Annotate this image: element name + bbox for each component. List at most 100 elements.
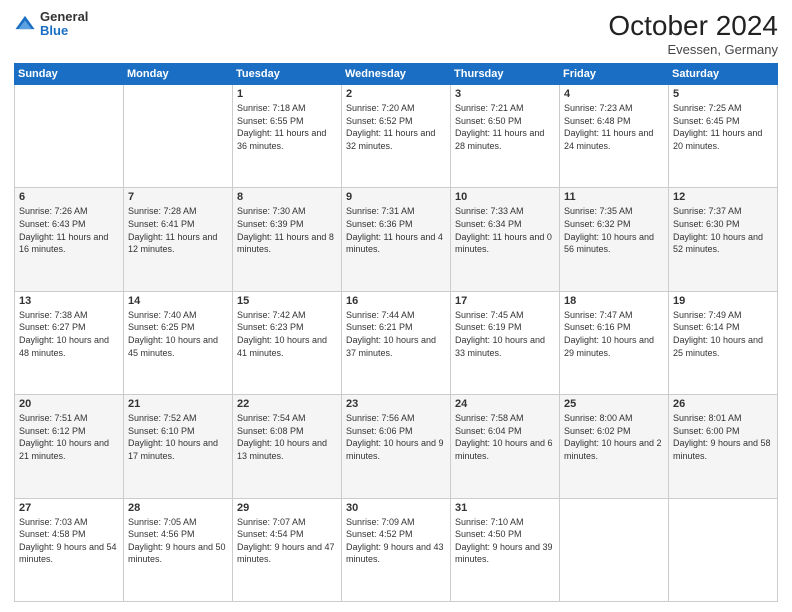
calendar-cell [15,85,124,188]
calendar-cell: 8 Sunrise: 7:30 AMSunset: 6:39 PMDaylight… [233,188,342,291]
calendar-cell: 1 Sunrise: 7:18 AMSunset: 6:55 PMDaylight… [233,85,342,188]
col-sunday: Sunday [15,64,124,85]
day-info: Sunrise: 7:56 AMSunset: 6:06 PMDaylight:… [346,412,446,462]
calendar-header-row: Sunday Monday Tuesday Wednesday Thursday… [15,64,778,85]
calendar-cell: 2 Sunrise: 7:20 AMSunset: 6:52 PMDaylight… [342,85,451,188]
logo-icon [14,13,36,35]
day-number: 15 [237,295,337,307]
day-info: Sunrise: 7:05 AMSunset: 4:56 PMDaylight:… [128,516,228,566]
day-number: 30 [346,502,446,514]
day-number: 23 [346,398,446,410]
day-info: Sunrise: 8:00 AMSunset: 6:02 PMDaylight:… [564,412,664,462]
calendar-cell: 24 Sunrise: 7:58 AMSunset: 6:04 PMDayligh… [451,395,560,498]
calendar-cell: 17 Sunrise: 7:45 AMSunset: 6:19 PMDayligh… [451,291,560,394]
day-info: Sunrise: 7:28 AMSunset: 6:41 PMDaylight:… [128,205,228,255]
day-info: Sunrise: 7:49 AMSunset: 6:14 PMDaylight:… [673,309,773,359]
page: General Blue October 2024 Evessen, Germa… [0,0,792,612]
day-number: 8 [237,191,337,203]
day-number: 6 [19,191,119,203]
col-saturday: Saturday [669,64,778,85]
day-number: 3 [455,88,555,100]
calendar-cell [669,498,778,601]
day-number: 22 [237,398,337,410]
day-info: Sunrise: 7:37 AMSunset: 6:30 PMDaylight:… [673,205,773,255]
day-info: Sunrise: 7:47 AMSunset: 6:16 PMDaylight:… [564,309,664,359]
calendar-week-4: 20 Sunrise: 7:51 AMSunset: 6:12 PMDayligh… [15,395,778,498]
logo: General Blue [14,10,88,39]
day-number: 2 [346,88,446,100]
day-number: 24 [455,398,555,410]
calendar-cell: 16Sunrise: 7:44 AMSunset: 6:21 PMDayligh… [342,291,451,394]
day-info: Sunrise: 7:18 AMSunset: 6:55 PMDaylight:… [237,102,337,152]
day-info: Sunrise: 7:03 AMSunset: 4:58 PMDaylight:… [19,516,119,566]
calendar-cell: 29Sunrise: 7:07 AMSunset: 4:54 PMDayligh… [233,498,342,601]
day-info: Sunrise: 7:09 AMSunset: 4:52 PMDaylight:… [346,516,446,566]
calendar-cell: 21 Sunrise: 7:52 AMSunset: 6:10 PMDayligh… [124,395,233,498]
day-number: 21 [128,398,228,410]
calendar-week-2: 6 Sunrise: 7:26 AMSunset: 6:43 PMDaylight… [15,188,778,291]
calendar-cell: 19Sunrise: 7:49 AMSunset: 6:14 PMDayligh… [669,291,778,394]
day-number: 12 [673,191,773,203]
calendar-week-3: 13Sunrise: 7:38 AMSunset: 6:27 PMDayligh… [15,291,778,394]
day-info: Sunrise: 7:31 AMSunset: 6:36 PMDaylight:… [346,205,446,255]
day-number: 27 [19,502,119,514]
day-info: Sunrise: 7:10 AMSunset: 4:50 PMDaylight:… [455,516,555,566]
calendar-cell: 27 Sunrise: 7:03 AMSunset: 4:58 PMDayligh… [15,498,124,601]
col-thursday: Thursday [451,64,560,85]
day-number: 20 [19,398,119,410]
day-info: Sunrise: 7:45 AMSunset: 6:19 PMDaylight:… [455,309,555,359]
calendar-cell: 13Sunrise: 7:38 AMSunset: 6:27 PMDayligh… [15,291,124,394]
calendar-cell: 7 Sunrise: 7:28 AMSunset: 6:41 PMDaylight… [124,188,233,291]
calendar-cell [124,85,233,188]
day-number: 7 [128,191,228,203]
calendar-cell: 10 Sunrise: 7:33 AMSunset: 6:34 PMDayligh… [451,188,560,291]
calendar-cell: 26Sunrise: 8:01 AMSunset: 6:00 PMDayligh… [669,395,778,498]
calendar-cell: 11Sunrise: 7:35 AMSunset: 6:32 PMDayligh… [560,188,669,291]
calendar-cell: 31 Sunrise: 7:10 AMSunset: 4:50 PMDayligh… [451,498,560,601]
calendar-cell: 9 Sunrise: 7:31 AMSunset: 6:36 PMDaylight… [342,188,451,291]
day-number: 10 [455,191,555,203]
header: General Blue October 2024 Evessen, Germa… [14,10,778,57]
day-number: 28 [128,502,228,514]
day-info: Sunrise: 7:21 AMSunset: 6:50 PMDaylight:… [455,102,555,152]
day-info: Sunrise: 7:26 AMSunset: 6:43 PMDaylight:… [19,205,119,255]
title-section: October 2024 Evessen, Germany [608,10,778,57]
logo-text: General Blue [40,10,88,39]
calendar-cell: 28 Sunrise: 7:05 AMSunset: 4:56 PMDayligh… [124,498,233,601]
col-friday: Friday [560,64,669,85]
calendar-cell: 6 Sunrise: 7:26 AMSunset: 6:43 PMDaylight… [15,188,124,291]
day-info: Sunrise: 7:20 AMSunset: 6:52 PMDaylight:… [346,102,446,152]
day-info: Sunrise: 7:40 AMSunset: 6:25 PMDaylight:… [128,309,228,359]
day-number: 9 [346,191,446,203]
calendar-cell: 12 Sunrise: 7:37 AMSunset: 6:30 PMDayligh… [669,188,778,291]
day-info: Sunrise: 7:58 AMSunset: 6:04 PMDaylight:… [455,412,555,462]
calendar-cell: 3 Sunrise: 7:21 AMSunset: 6:50 PMDaylight… [451,85,560,188]
col-monday: Monday [124,64,233,85]
calendar-cell: 22Sunrise: 7:54 AMSunset: 6:08 PMDayligh… [233,395,342,498]
logo-blue: Blue [40,24,88,38]
day-number: 5 [673,88,773,100]
day-info: Sunrise: 7:52 AMSunset: 6:10 PMDaylight:… [128,412,228,462]
calendar-table: Sunday Monday Tuesday Wednesday Thursday… [14,63,778,602]
logo-general: General [40,10,88,24]
day-info: Sunrise: 7:51 AMSunset: 6:12 PMDaylight:… [19,412,119,462]
day-info: Sunrise: 7:38 AMSunset: 6:27 PMDaylight:… [19,309,119,359]
calendar-cell: 15 Sunrise: 7:42 AMSunset: 6:23 PMDayligh… [233,291,342,394]
day-info: Sunrise: 7:42 AMSunset: 6:23 PMDaylight:… [237,309,337,359]
day-number: 17 [455,295,555,307]
calendar-cell: 23 Sunrise: 7:56 AMSunset: 6:06 PMDayligh… [342,395,451,498]
day-number: 18 [564,295,664,307]
day-number: 31 [455,502,555,514]
day-number: 4 [564,88,664,100]
day-number: 16 [346,295,446,307]
day-info: Sunrise: 7:25 AMSunset: 6:45 PMDaylight:… [673,102,773,152]
calendar-week-5: 27 Sunrise: 7:03 AMSunset: 4:58 PMDayligh… [15,498,778,601]
day-info: Sunrise: 7:30 AMSunset: 6:39 PMDaylight:… [237,205,337,255]
calendar-cell: 4Sunrise: 7:23 AMSunset: 6:48 PMDaylight… [560,85,669,188]
month-title: October 2024 [608,10,778,42]
day-number: 1 [237,88,337,100]
day-info: Sunrise: 7:33 AMSunset: 6:34 PMDaylight:… [455,205,555,255]
calendar-cell: 18 Sunrise: 7:47 AMSunset: 6:16 PMDayligh… [560,291,669,394]
day-info: Sunrise: 7:35 AMSunset: 6:32 PMDaylight:… [564,205,664,255]
day-number: 26 [673,398,773,410]
